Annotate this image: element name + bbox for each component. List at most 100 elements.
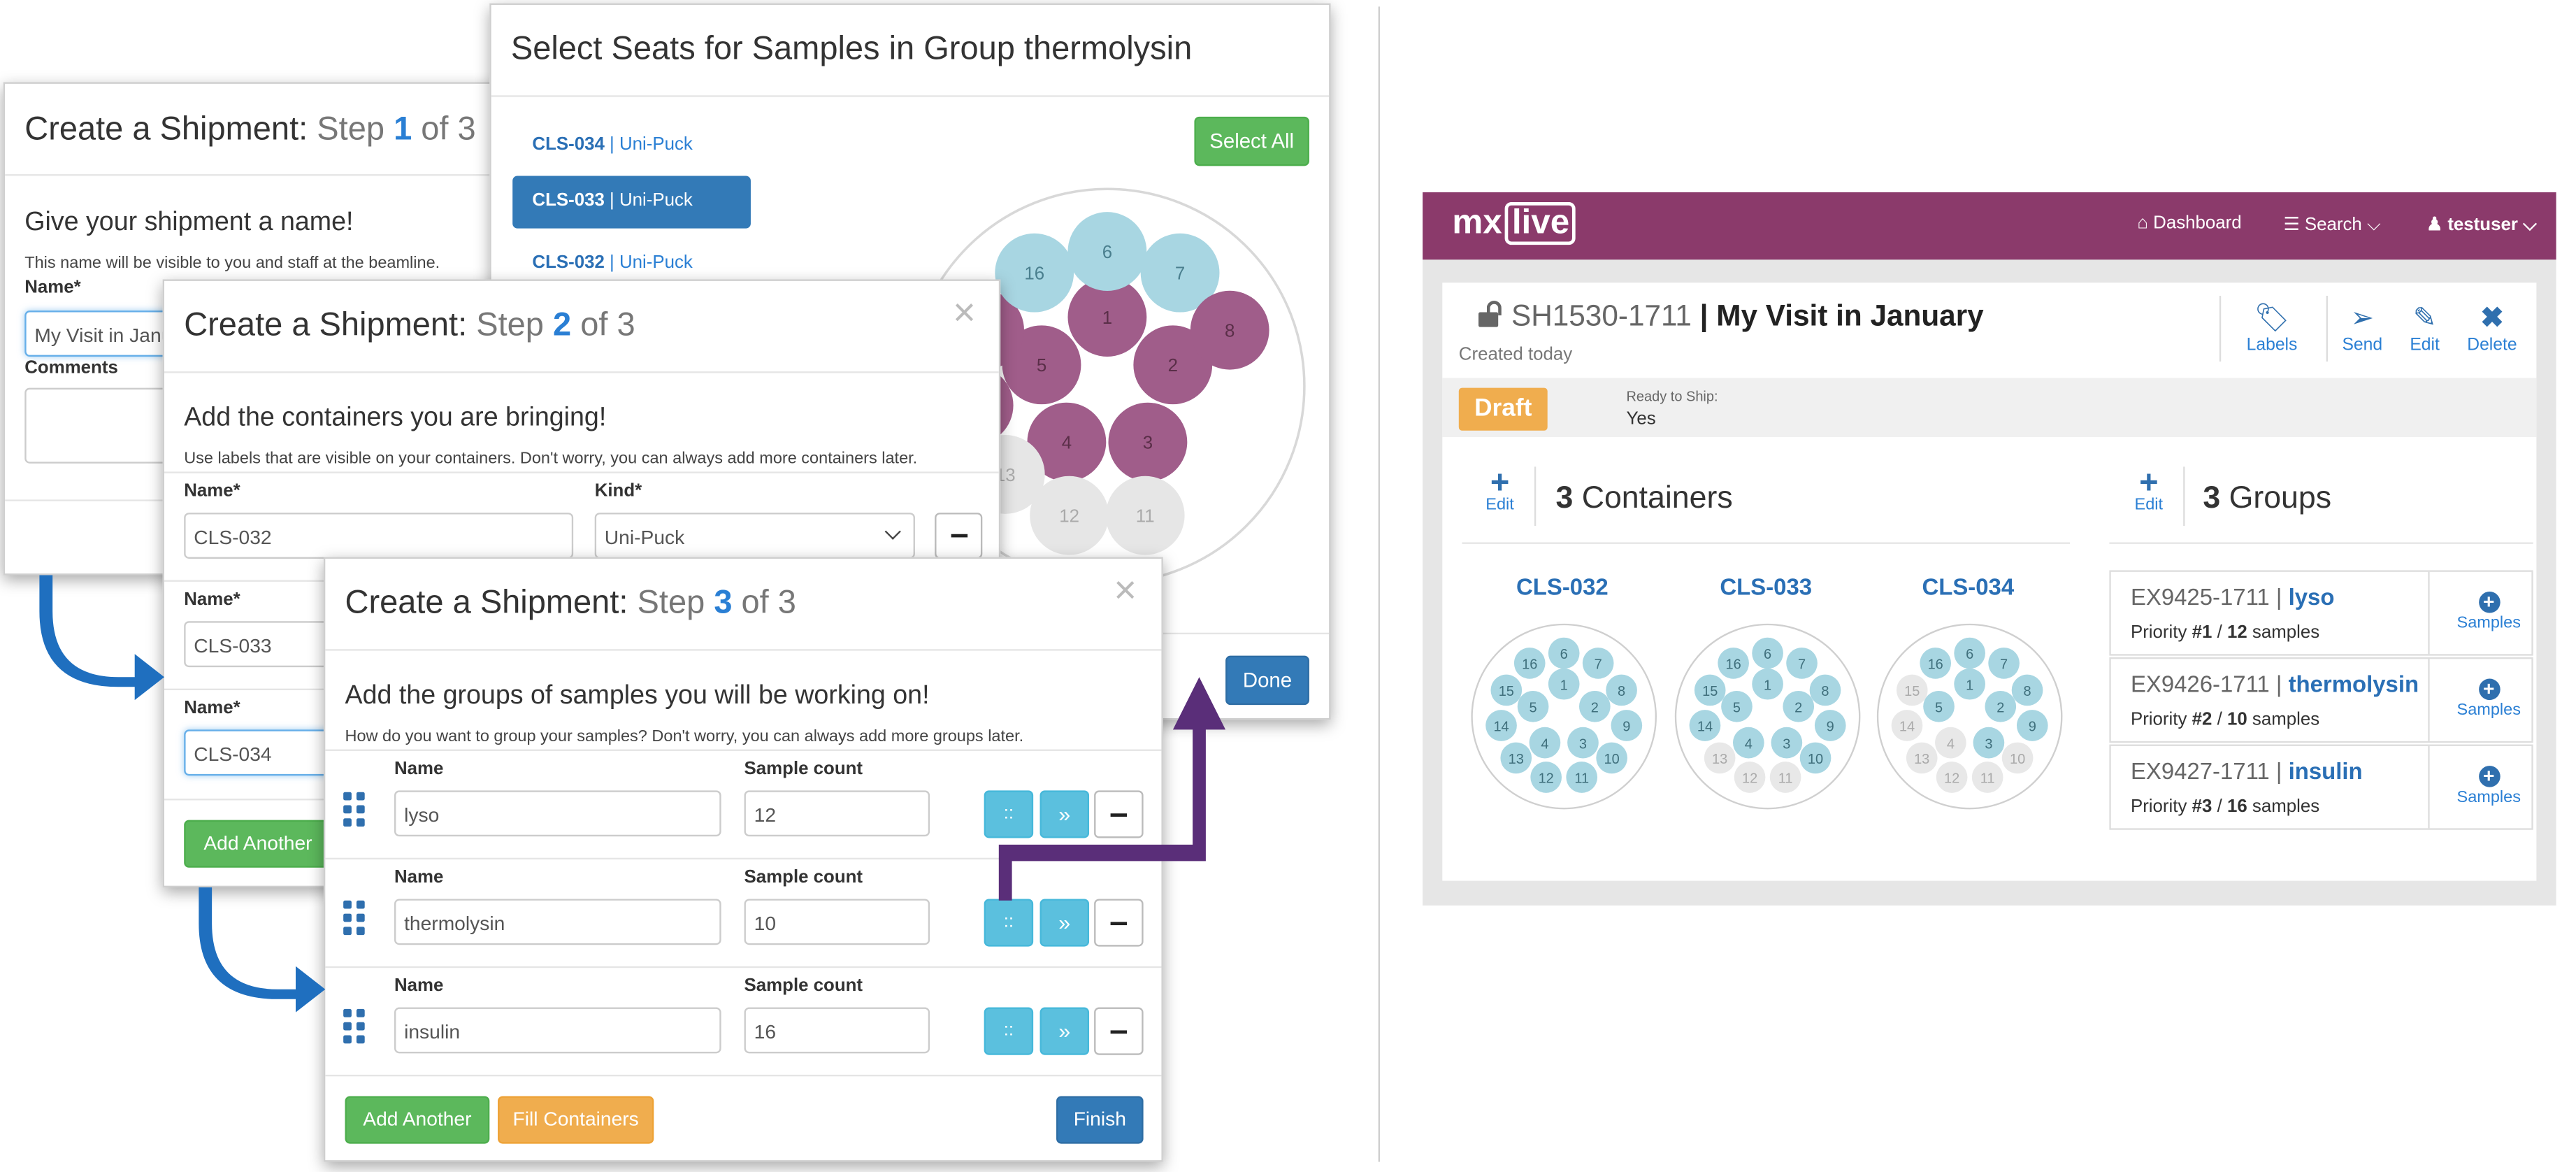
- puck-position-number: 14: [1493, 720, 1509, 735]
- puck-item-cls-034[interactable]: CLS-034 | Uni-Puck: [512, 120, 712, 170]
- nav-dashboard[interactable]: ⌂ Dashboard: [2137, 214, 2241, 234]
- edit-button[interactable]: ✎ Edit: [2392, 302, 2458, 355]
- samples-label: Samples: [2456, 701, 2521, 720]
- step2-of-text: of 3: [580, 307, 635, 344]
- samples-word: samples: [2252, 710, 2320, 730]
- container-name[interactable]: CLS-034: [1873, 573, 2064, 600]
- puck-position-number: 12: [1539, 771, 1554, 787]
- sample-count: 10: [2226, 710, 2247, 730]
- add-samples-button[interactable]: + Samples: [2456, 679, 2521, 720]
- fill-containers-button[interactable]: Fill Containers: [498, 1096, 654, 1144]
- add-samples-button[interactable]: + Samples: [2456, 591, 2521, 633]
- remove-container-button[interactable]: [935, 513, 983, 559]
- finish-button[interactable]: Finish: [1056, 1096, 1144, 1144]
- group-name-link[interactable]: insulin: [2289, 757, 2363, 784]
- containers-heading: 3 Containers: [1555, 482, 1732, 518]
- puck-separator: |: [604, 134, 619, 155]
- group-divider: [2428, 659, 2430, 741]
- close-icon[interactable]: ×: [1114, 571, 1137, 611]
- add-container-button[interactable]: Add Another: [184, 820, 332, 868]
- ready-label: Ready to Ship:: [1626, 387, 1718, 405]
- puck-position-number: 10: [1808, 752, 1823, 767]
- auto-fill-button[interactable]: »: [1039, 1007, 1090, 1055]
- done-button[interactable]: Done: [1225, 655, 1309, 706]
- group-name-input[interactable]: lyso: [394, 790, 721, 837]
- container-name[interactable]: CLS-033: [1671, 573, 1862, 600]
- group-name-input[interactable]: thermolysin: [394, 899, 721, 945]
- step2-title: Create a Shipment: Step 2 of 3: [184, 307, 635, 345]
- step1-title: Create a Shipment: Step 1 of 3: [24, 112, 475, 150]
- puck-kind: Uni-Puck: [619, 190, 693, 210]
- puck-position-number: 6: [1764, 647, 1771, 662]
- drag-handle-icon[interactable]: [343, 1008, 376, 1052]
- container-name[interactable]: CLS-032: [1467, 573, 1658, 600]
- double-chevron-right-icon: »: [1058, 910, 1071, 936]
- step3-title: Create a Shipment: Step 3 of 3: [345, 585, 796, 623]
- send-button[interactable]: ➢ Send: [2329, 302, 2395, 355]
- delete-button[interactable]: ✖ Delete: [2459, 302, 2525, 355]
- drag-handle-icon[interactable]: [343, 900, 376, 943]
- sample-count-input[interactable]: 16: [744, 1007, 930, 1054]
- container-name-label: Name*: [184, 589, 240, 610]
- group-code: EX9425-1711: [2130, 583, 2270, 610]
- select-seats-button[interactable]: ::: [984, 790, 1034, 838]
- shipment-title: SH1530-1711 | My Visit in January: [1478, 299, 1984, 334]
- seat-number: 11: [1136, 507, 1155, 527]
- logo-mx: mx: [1452, 203, 1502, 242]
- puck-position-number: 2: [1591, 700, 1599, 715]
- mxlive-logo[interactable]: mx live: [1452, 202, 1576, 252]
- select-all-button[interactable]: Select All: [1194, 116, 1309, 166]
- seat-number: 1: [1102, 308, 1112, 328]
- puck-position-number: 2: [1794, 700, 1802, 715]
- remove-group-button[interactable]: [1094, 899, 1144, 947]
- puck-code: CLS-034: [532, 134, 605, 155]
- double-chevron-right-icon: »: [1058, 1019, 1071, 1044]
- remove-group-button[interactable]: [1094, 790, 1144, 838]
- auto-fill-button[interactable]: »: [1039, 899, 1090, 947]
- edit-groups-button[interactable]: + Edit: [2124, 466, 2174, 514]
- user-icon: ♟: [2426, 215, 2448, 236]
- puck-position-number: 5: [1530, 700, 1537, 715]
- plus-circle-icon: +: [2477, 591, 2500, 613]
- close-icon[interactable]: ×: [953, 293, 976, 334]
- container-name-input[interactable]: CLS-034: [184, 729, 332, 776]
- drag-handle-icon[interactable]: [343, 792, 376, 835]
- container-puck[interactable]: 12345678910111213141516: [1671, 620, 1864, 813]
- add-group-button[interactable]: Add Another: [345, 1096, 490, 1144]
- sample-count-input[interactable]: 10: [744, 899, 930, 945]
- container-puck[interactable]: 12345678910111213141516: [1873, 620, 2066, 813]
- labels-button[interactable]: 🏷 Labels: [2239, 302, 2305, 355]
- sample-count-input[interactable]: 12: [744, 790, 930, 837]
- puck-separator: |: [604, 190, 619, 210]
- container-puck[interactable]: 12345678910111213141516: [1467, 620, 1661, 813]
- auto-fill-button[interactable]: »: [1039, 790, 1090, 838]
- container-name-input[interactable]: CLS-033: [184, 621, 332, 668]
- status-badge: Draft: [1458, 387, 1548, 431]
- seat-number: 4: [1062, 433, 1072, 452]
- group-name-link[interactable]: thermolysin: [2289, 671, 2419, 697]
- container-name-input[interactable]: CLS-032: [184, 513, 574, 559]
- priority-word: Priority: [2130, 710, 2187, 730]
- seat-selection-header: Select Seats for Samples in Group thermo…: [491, 5, 1330, 97]
- edit-containers-button[interactable]: + Edit: [1475, 466, 1525, 514]
- step2-row-divider: [164, 471, 999, 473]
- step1-name-label: Name*: [24, 278, 81, 298]
- select-seats-button[interactable]: ::: [984, 1007, 1034, 1055]
- remove-group-button[interactable]: [1094, 1007, 1144, 1055]
- nav-user[interactable]: ♟ testuser ⌵: [2426, 214, 2537, 237]
- container-name-label: Name*: [184, 481, 240, 501]
- plus-circle-icon: +: [2477, 766, 2500, 787]
- containers-label: Containers: [1581, 481, 1733, 516]
- puck-position-number: 12: [1944, 771, 1959, 787]
- puck-item-cls-033[interactable]: CLS-033 | Uni-Puck: [512, 176, 751, 229]
- nav-search[interactable]: ☰ Search ⌵: [2283, 214, 2380, 237]
- puck-position-number: 9: [1622, 720, 1630, 735]
- group-name-input[interactable]: insulin: [394, 1007, 721, 1054]
- select-seats-button[interactable]: ::: [984, 899, 1034, 947]
- group-name-link[interactable]: lyso: [2289, 583, 2335, 610]
- container-kind-select[interactable]: Uni-Puck: [594, 513, 915, 559]
- add-samples-button[interactable]: + Samples: [2456, 766, 2521, 807]
- step1-title-prefix: Create a Shipment:: [24, 111, 308, 148]
- puck-position-number: 16: [1726, 657, 1741, 673]
- step3-modal: Create a Shipment: Step 3 of 3 × Add the…: [323, 557, 1163, 1162]
